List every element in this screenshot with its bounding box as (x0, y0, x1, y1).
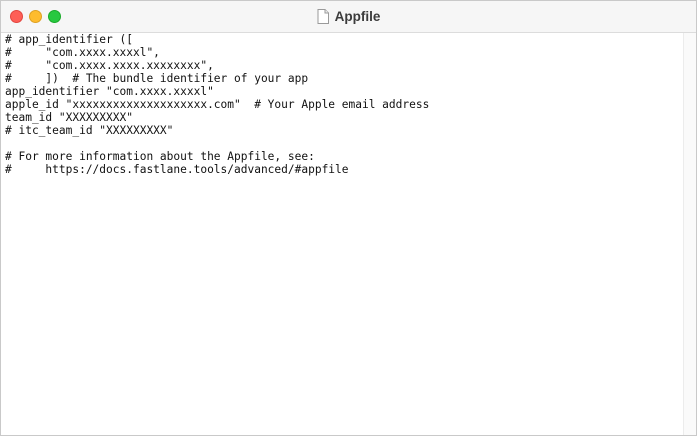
editor-line[interactable]: app_identifier "com.xxxx.xxxxl" (5, 85, 684, 98)
editor-line[interactable]: # https://docs.fastlane.tools/advanced/#… (5, 163, 684, 176)
editor-line[interactable]: # ]) # The bundle identifier of your app (5, 72, 684, 85)
title-bar[interactable]: Appfile (1, 1, 696, 33)
editor-line[interactable]: # For more information about the Appfile… (5, 150, 684, 163)
window-title-group: Appfile (1, 1, 696, 32)
vertical-scrollbar[interactable] (683, 33, 696, 435)
editor-line[interactable]: # "com.xxxx.xxxx.xxxxxxxx", (5, 59, 684, 72)
editor-line[interactable]: # "com.xxxx.xxxxl", (5, 46, 684, 59)
editor-line[interactable]: team_id "XXXXXXXXX" (5, 111, 684, 124)
editor-line[interactable]: apple_id "xxxxxxxxxxxxxxxxxxxx.com" # Yo… (5, 98, 684, 111)
window-title: Appfile (334, 9, 381, 24)
editor-line[interactable]: # itc_team_id "XXXXXXXXX" (5, 124, 684, 137)
textedit-window: Appfile # app_identifier ([ # "com.xxxx.… (0, 0, 697, 436)
document-icon[interactable] (317, 9, 329, 24)
text-editor-area[interactable]: # app_identifier ([ # "com.xxxx.xxxxl", … (1, 33, 684, 435)
editor-line[interactable]: # app_identifier ([ (5, 33, 684, 46)
editor-line[interactable] (5, 137, 684, 150)
